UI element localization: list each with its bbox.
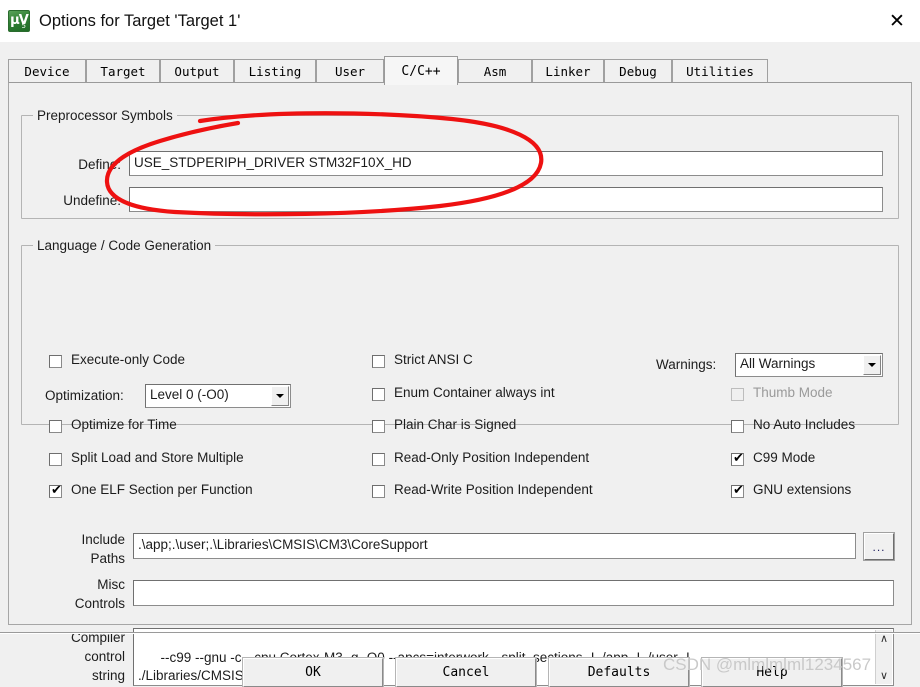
checkbox-thumb-mode <box>731 388 744 401</box>
watermark-text: CSDN @mlmlmlml1234567 <box>663 655 872 674</box>
checkbox-gnu-extensions[interactable]: ✔ <box>731 483 744 498</box>
check-icon: ✔ <box>733 483 744 498</box>
include-paths-input[interactable]: .\app;.\user;.\Libraries\CMSIS\CM3\CoreS… <box>133 533 856 559</box>
include-paths-label-line2: Paths <box>90 551 125 566</box>
tab-asm[interactable]: Asm <box>458 59 532 83</box>
label-strict-ansi-c: Strict ANSI C <box>394 352 473 367</box>
tab-c-c[interactable]: C/C++ <box>384 56 458 85</box>
tab-linker[interactable]: Linker <box>532 59 604 83</box>
label-thumb-mode: Thumb Mode <box>753 385 833 400</box>
checkbox-plain-char-is-signed[interactable] <box>372 420 385 433</box>
window-title: Options for Target 'Target 1' <box>39 11 241 30</box>
label-c99-mode: C99 Mode <box>753 450 816 465</box>
undefine-label: Undefine: <box>63 193 121 208</box>
checkbox-optimize-for-time[interactable] <box>49 420 62 433</box>
label-optimize-for-time: Optimize for Time <box>71 417 177 432</box>
tab-debug[interactable]: Debug <box>604 59 672 83</box>
tab-utilities[interactable]: Utilities <box>672 59 768 83</box>
label-split-load-and-store-multiple: Split Load and Store Multiple <box>71 450 244 465</box>
label-no-auto-includes: No Auto Includes <box>753 417 856 432</box>
checkbox-execute-only-code[interactable] <box>49 355 62 368</box>
scroll-down-icon[interactable]: ∨ <box>876 667 892 684</box>
warnings-combo[interactable]: All Warnings <box>735 353 883 377</box>
preprocessor-group-title: Preprocessor Symbols <box>33 108 177 123</box>
optimization-combo[interactable]: Level 0 (-O0) <box>145 384 291 408</box>
check-icon: ✔ <box>733 451 744 466</box>
misc-controls-label-line2: Controls <box>74 596 125 611</box>
misc-controls-label-line1: Misc <box>97 577 125 592</box>
checkbox-enum-container-always-int[interactable] <box>372 388 385 401</box>
checkbox-no-auto-includes[interactable] <box>731 420 744 433</box>
misc-controls-input[interactable] <box>133 580 894 606</box>
compiler-string-label-line2: control <box>84 649 125 664</box>
checkbox-strict-ansi-c[interactable] <box>372 355 385 368</box>
label-execute-only-code: Execute-only Code <box>71 352 186 367</box>
label-read-only-position-independent: Read-Only Position Independent <box>394 450 590 465</box>
include-paths-label-line1: Include <box>81 532 125 547</box>
define-label: Define: <box>78 157 121 172</box>
label-one-elf-section-per-function: One ELF Section per Function <box>71 482 253 497</box>
tab-target[interactable]: Target <box>86 59 160 83</box>
cancel-button[interactable]: Cancel <box>395 657 537 687</box>
label-gnu-extensions: GNU extensions <box>753 482 852 497</box>
close-icon[interactable]: ✕ <box>874 0 920 42</box>
label-enum-container-always-int: Enum Container always int <box>394 385 555 400</box>
check-icon: ✔ <box>51 483 62 498</box>
include-paths-browse-button[interactable]: ... <box>863 532 895 561</box>
chevron-down-icon[interactable] <box>863 355 881 375</box>
undefine-input[interactable] <box>129 187 883 212</box>
tab-strip: Device Target Output Listing User C/C++ Asm Lin… <box>8 56 912 85</box>
uvision-logo-icon: μV 5 <box>8 10 30 32</box>
optimization-value: Level 0 (-O0) <box>150 387 229 402</box>
label-plain-char-is-signed: Plain Char is Signed <box>394 417 517 432</box>
tab-listing[interactable]: Listing <box>234 59 316 83</box>
chevron-down-icon[interactable] <box>271 386 289 406</box>
define-input[interactable]: USE_STDPERIPH_DRIVER STM32F10X_HD <box>129 151 883 176</box>
warnings-value: All Warnings <box>740 356 816 371</box>
checkbox-split-load-and-store-multiple[interactable] <box>49 453 62 466</box>
compiler-string-label-line3: string <box>91 668 125 683</box>
compiler-string-scrollbar[interactable]: ∧ ∨ <box>875 630 892 684</box>
tab-user[interactable]: User <box>316 59 384 83</box>
checkbox-one-elf-section-per-function[interactable]: ✔ <box>49 483 62 498</box>
tab-output[interactable]: Output <box>160 59 234 83</box>
checkbox-c99-mode[interactable]: ✔ <box>731 451 744 466</box>
tab-device[interactable]: Device <box>8 59 86 83</box>
checkbox-read-write-position-independent[interactable] <box>372 485 385 498</box>
checkbox-read-only-position-independent[interactable] <box>372 453 385 466</box>
language-group-title: Language / Code Generation <box>33 238 216 253</box>
warnings-label: Warnings: <box>656 357 717 372</box>
title-bar: μV 5 Options for Target 'Target 1' ✕ <box>0 0 920 42</box>
options-dialog: μV 5 Options for Target 'Target 1' ✕ Devi… <box>0 0 920 687</box>
optimization-label: Optimization: <box>45 388 124 403</box>
button-bar-separator <box>0 632 920 634</box>
label-read-write-position-independent: Read-Write Position Independent <box>394 482 593 497</box>
tab-page-cpp: Preprocessor Symbols Define: USE_STDPERI… <box>8 82 912 686</box>
ok-button[interactable]: OK <box>242 657 384 687</box>
